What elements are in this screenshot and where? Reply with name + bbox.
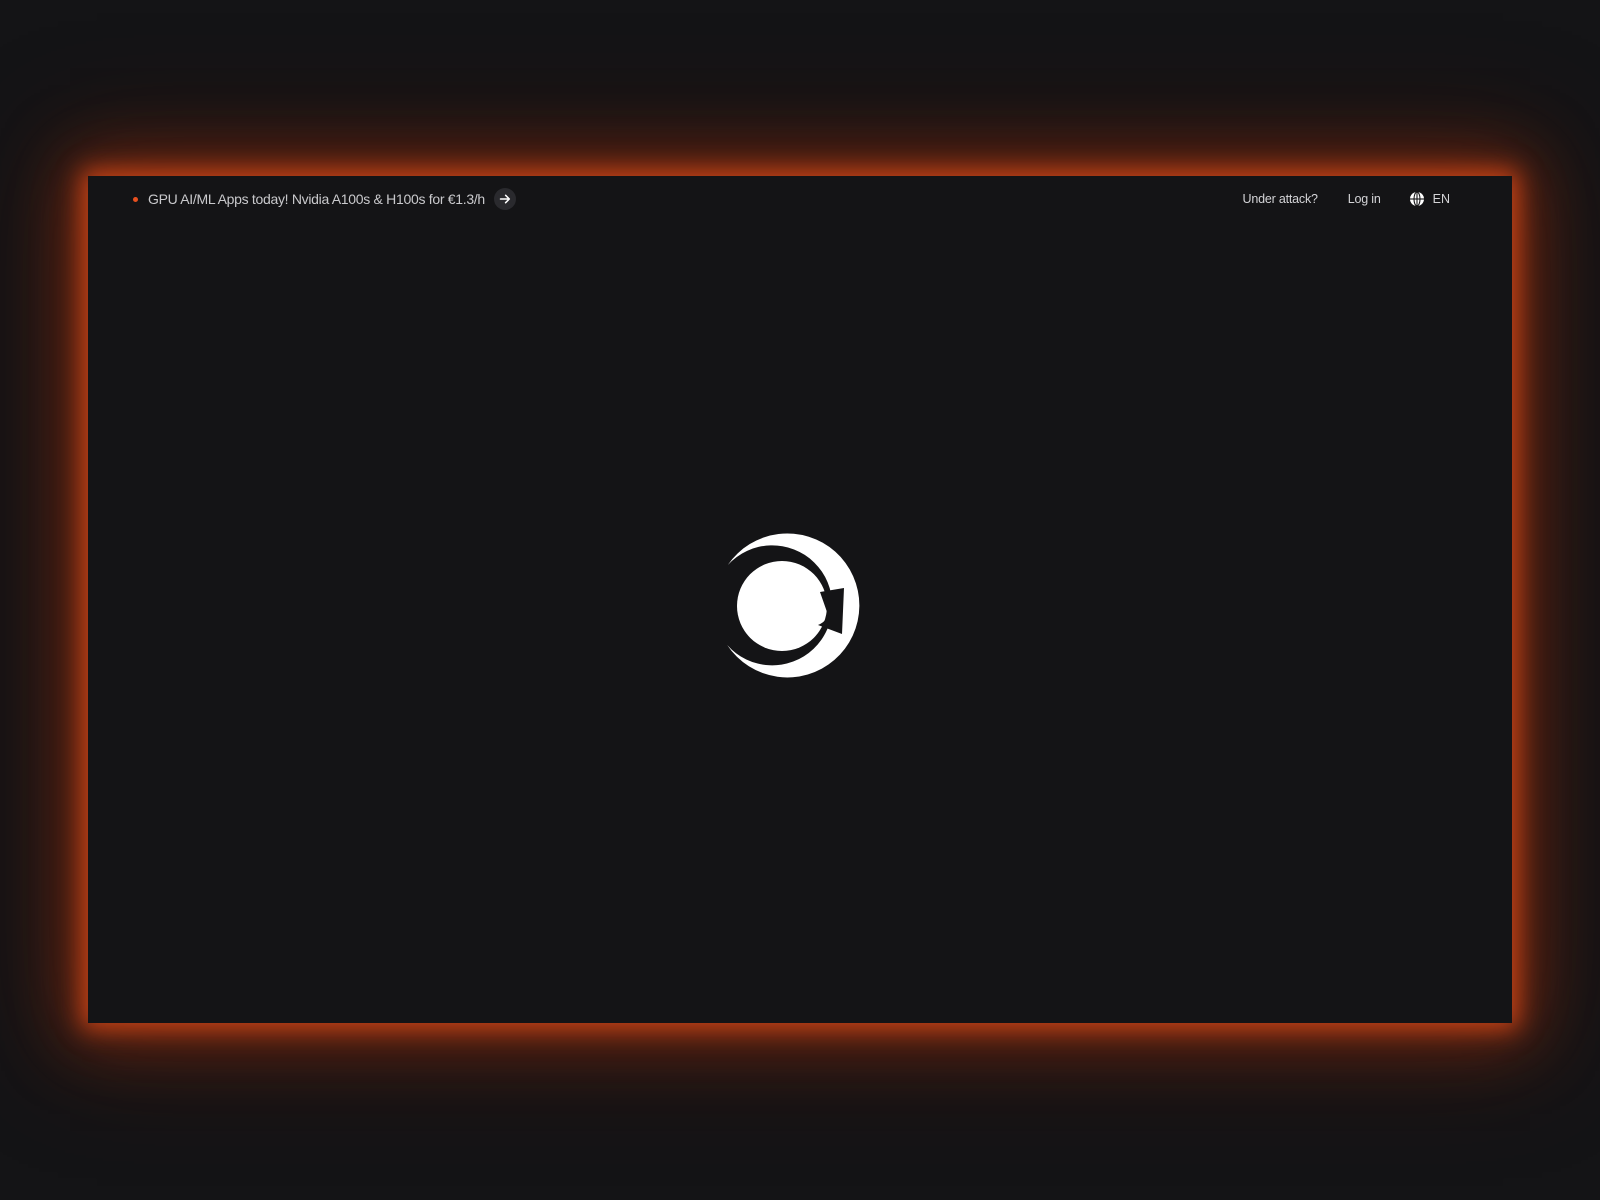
top-bar: GPU AI/ML Apps today! Nvidia A100s & H10… — [88, 176, 1512, 222]
main-window: GPU AI/ML Apps today! Nvidia A100s & H10… — [88, 176, 1512, 1023]
top-nav: Under attack? Log in EN — [1243, 186, 1450, 212]
announcement-text: GPU AI/ML Apps today! Nvidia A100s & H10… — [148, 191, 485, 207]
brand-logo-icon — [727, 533, 860, 678]
page: GPU AI/ML Apps today! Nvidia A100s & H10… — [0, 0, 1600, 1200]
language-selector[interactable]: EN — [1409, 191, 1450, 207]
login-link[interactable]: Log in — [1348, 192, 1381, 206]
globe-icon — [1409, 191, 1424, 207]
announcement-banner[interactable]: GPU AI/ML Apps today! Nvidia A100s & H10… — [133, 186, 516, 212]
arrow-right-icon — [499, 194, 510, 204]
under-attack-link[interactable]: Under attack? — [1243, 192, 1318, 206]
announcement-dot-icon — [133, 196, 138, 202]
language-label: EN — [1432, 192, 1450, 206]
announcement-arrow-button[interactable] — [493, 188, 516, 210]
